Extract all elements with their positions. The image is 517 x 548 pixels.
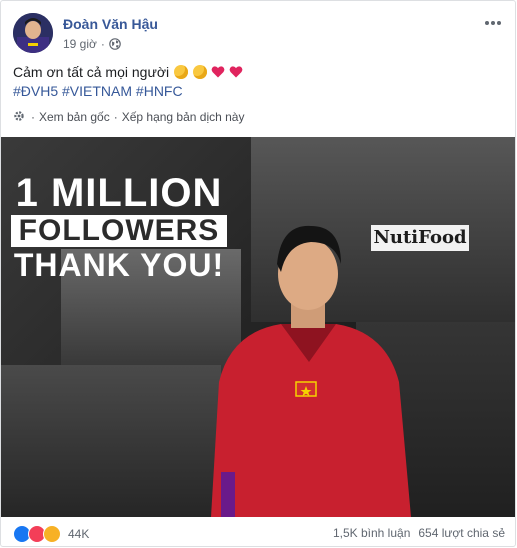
post-photo[interactable]: NutiFood 1 MILLION FOLLOWERS THANK YOU! (1, 137, 515, 517)
heart-icon (211, 66, 225, 78)
translation-bar: · Xem bản gốc · Xếp hạng bản dịch này (14, 110, 245, 124)
more-options-icon[interactable] (483, 15, 503, 31)
shares-count[interactable]: 654 lượt chia sẻ (418, 526, 505, 540)
headline-line-3: THANK YOU! (13, 247, 225, 283)
post-footer: 44K 1,5K bình luận 654 lượt chia sẻ (1, 517, 515, 546)
gear-icon[interactable] (13, 110, 25, 122)
comments-count[interactable]: 1,5K bình luận (333, 526, 410, 540)
separator-dot: · (113, 110, 118, 124)
post-time[interactable]: 19 giờ (63, 37, 97, 51)
separator-dot: · (31, 110, 35, 124)
post-stats: 1,5K bình luận 654 lượt chia sẻ (333, 526, 505, 540)
see-original-link[interactable]: Xem bản gốc (39, 110, 110, 124)
post-message: Cảm ơn tất cả mọi người (13, 64, 170, 80)
kissing-face-icon (174, 65, 189, 79)
post-card: Đoàn Văn Hậu 19 giờ · Cảm ơn tất cả mọi … (0, 0, 516, 547)
post-text: Cảm ơn tất cả mọi người #ĐVH5 #VIETNAM #… (13, 63, 503, 101)
photo-headline: 1 MILLION FOLLOWERS THANK YOU! (9, 173, 229, 283)
avatar[interactable] (13, 13, 53, 53)
headline-line-2: FOLLOWERS (10, 215, 228, 247)
celebration-panel (1, 365, 221, 517)
heart-icon (229, 66, 243, 78)
player-figure (211, 225, 411, 517)
hashtags[interactable]: #ĐVH5 #VIETNAM #HNFC (13, 82, 503, 101)
rate-translation-link[interactable]: Xếp hạng bản dịch này (122, 110, 245, 124)
post-meta: 19 giờ · (63, 37, 121, 51)
post-header: Đoàn Văn Hậu 19 giờ · (13, 13, 503, 55)
reaction-count[interactable]: 44K (68, 527, 89, 541)
haha-icon (43, 525, 61, 543)
meta-separator: · (100, 37, 105, 51)
author-name[interactable]: Đoàn Văn Hậu (63, 16, 158, 32)
reactions-summary[interactable]: 44K (13, 525, 89, 543)
globe-icon[interactable] (109, 38, 121, 50)
headline-line-1: 1 MILLION (15, 171, 223, 215)
kissing-face-icon (192, 65, 207, 79)
